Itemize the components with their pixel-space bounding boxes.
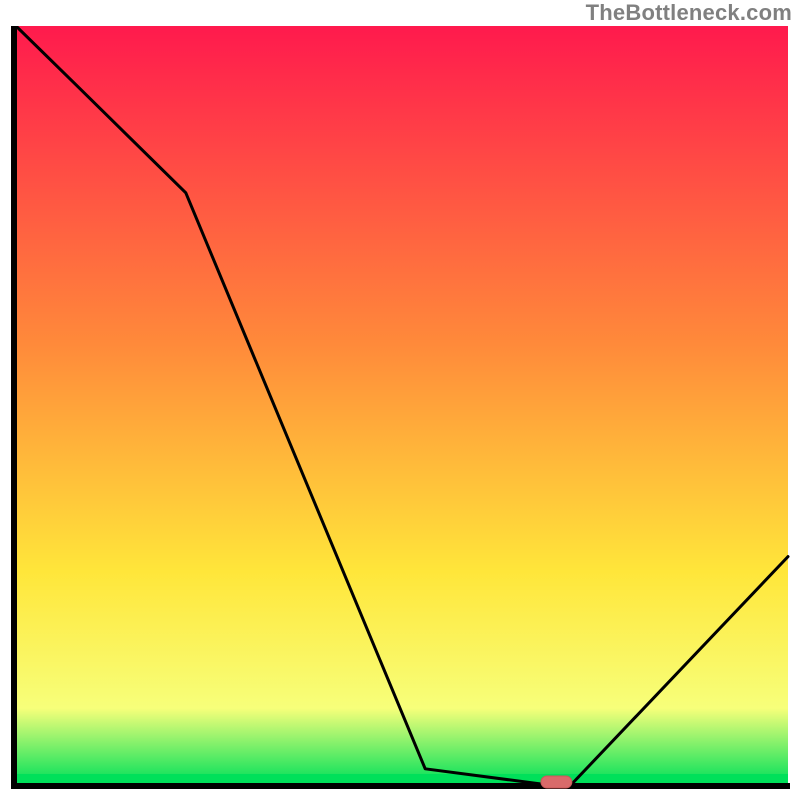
watermark-text: TheBottleneck.com [586,0,792,26]
chart-svg [10,26,790,790]
chart-plot [10,26,790,790]
chart-container: TheBottleneck.com [0,0,800,800]
